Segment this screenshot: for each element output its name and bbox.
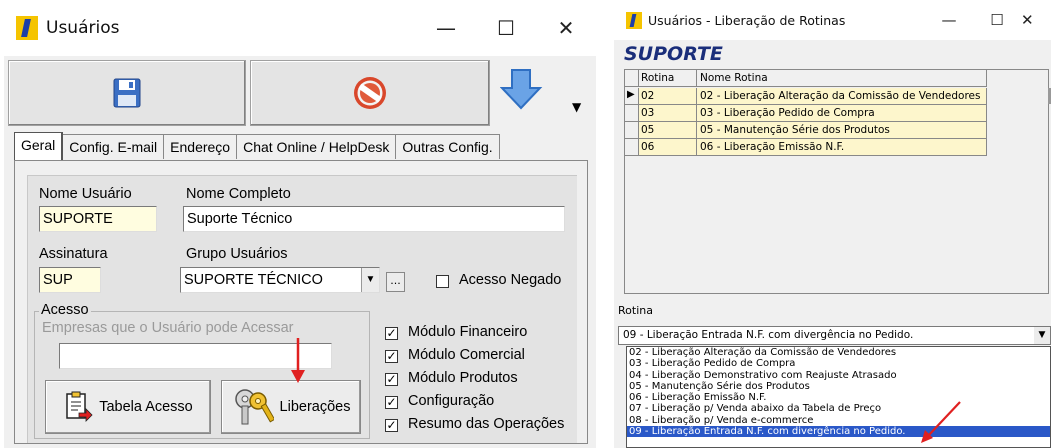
table-row[interactable]: 03 03 - Liberação Pedido de Compra	[625, 105, 987, 122]
module-checkbox[interactable]: ✓	[385, 327, 398, 340]
cell-rotina[interactable]: 05	[639, 122, 697, 139]
cell-rotina[interactable]: 06	[639, 139, 697, 156]
cancel-icon	[354, 77, 386, 109]
tab-chat-online[interactable]: Chat Online / HelpDesk	[236, 134, 397, 159]
nome-usuario-label: Nome Usuário	[39, 186, 132, 202]
empresas-label: Empresas que o Usuário pode Acessar	[42, 320, 294, 336]
close-button[interactable]: ✕	[1021, 0, 1051, 40]
dropdown-option[interactable]: 06 - Liberação Emissão N.F.	[627, 392, 1050, 403]
dropdown-option[interactable]: 03 - Liberação Pedido de Compra	[627, 358, 1050, 369]
liberacoes-label: Liberações	[279, 399, 351, 415]
ellipsis-button[interactable]: ...	[386, 272, 405, 292]
acesso-legend: Acesso	[39, 302, 91, 318]
table-row[interactable]: 06 06 - Liberação Emissão N.F.	[625, 139, 987, 156]
dropdown-option[interactable]: 09 - Liberação Entrada N.F. com divergên…	[627, 426, 1050, 438]
module-checkbox[interactable]: ✓	[385, 419, 398, 432]
tab-panel-geral: Nome Usuário SUPORTE Nome Completo Supor…	[14, 160, 588, 444]
nome-completo-label: Nome Completo	[186, 186, 291, 202]
dropdown-option[interactable]: 02 - Liberação Alteração da Comissão de …	[627, 347, 1050, 358]
grupo-usuarios-label: Grupo Usuários	[186, 246, 288, 262]
rotina-combobox[interactable]: 09 - Liberação Entrada N.F. com divergên…	[618, 326, 1051, 345]
rotinas-grid: Rotina Nome Rotina ▶ 02 02 - Liberação Alt…	[624, 69, 1049, 294]
assinatura-input[interactable]: SUP	[39, 267, 101, 293]
rotina-combobox-value: 09 - Liberação Entrada N.F. com divergên…	[623, 329, 914, 341]
dropdown-caret-icon[interactable]: ▼	[572, 100, 581, 114]
maximize-button[interactable]: ☐	[973, 0, 1021, 40]
down-arrow-icon	[499, 69, 543, 110]
module-checkbox[interactable]: ✓	[385, 396, 398, 409]
cell-nome-rotina[interactable]: 03 - Liberação Pedido de Compra	[697, 105, 987, 122]
app-icon	[626, 11, 642, 29]
window-title: Usuários - Liberação de Rotinas	[648, 12, 846, 28]
table-access-icon	[66, 391, 93, 422]
keys-icon	[234, 389, 274, 425]
window-title: Usuários	[46, 18, 120, 38]
grid-header: Rotina Nome Rotina	[625, 70, 987, 87]
column-header-nome-rotina[interactable]: Nome Rotina	[697, 70, 987, 87]
cancel-button[interactable]	[250, 60, 490, 126]
title-bar: Usuários — ☐ ✕	[4, 0, 596, 56]
tab-outras-config[interactable]: Outras Config.	[395, 134, 500, 159]
cell-nome-rotina[interactable]: 02 - Liberação Alteração da Comissão de …	[697, 88, 987, 105]
cell-rotina[interactable]: 03	[639, 105, 697, 122]
module-label: Módulo Comercial	[408, 347, 525, 363]
cell-rotina[interactable]: 02	[639, 88, 697, 105]
tab-endereco[interactable]: Endereço	[163, 134, 238, 159]
app-icon	[16, 16, 38, 40]
minimize-button[interactable]: —	[416, 0, 476, 56]
chevron-down-icon[interactable]: ▼	[1034, 327, 1050, 344]
minimize-button[interactable]: —	[925, 0, 973, 40]
module-label: Módulo Produtos	[408, 370, 518, 386]
save-icon	[113, 78, 141, 108]
tab-config-email[interactable]: Config. E-mail	[62, 134, 165, 159]
column-header-rotina[interactable]: Rotina	[639, 70, 697, 87]
module-label: Configuração	[408, 393, 495, 409]
title-bar: Usuários - Liberação de Rotinas — ☐ ✕	[614, 0, 1051, 40]
maximize-button[interactable]: ☐	[476, 0, 536, 56]
tab-geral[interactable]: Geral	[14, 132, 64, 160]
nome-completo-input[interactable]: Suporte Técnico	[183, 206, 565, 232]
module-label: Resumo das Operações	[408, 416, 565, 432]
usuarios-window: Usuários — ☐ ✕ ▼ Geral Config. E-mail En…	[4, 0, 596, 448]
dropdown-option[interactable]: 05 - Manutenção Série dos Produtos	[627, 381, 1050, 392]
acesso-negado-label: Acesso Negado	[459, 272, 562, 288]
module-checkbox[interactable]: ✓	[385, 373, 398, 386]
tabela-acesso-label: Tabela Acesso	[99, 399, 193, 415]
grupo-usuarios-select[interactable]: SUPORTE TÉCNICO ▼	[180, 267, 380, 293]
rotina-label: Rotina	[618, 304, 653, 317]
cell-nome-rotina[interactable]: 05 - Manutenção Série dos Produtos	[697, 122, 987, 139]
tab-strip: Geral Config. E-mail Endereço Chat Onlin…	[14, 132, 500, 160]
liberacoes-button[interactable]: Liberações	[221, 380, 361, 434]
form-area: Nome Usuário SUPORTE Nome Completo Supor…	[27, 175, 577, 443]
module-label: Módulo Financeiro	[408, 324, 528, 340]
dropdown-option[interactable]: 04 - Liberação Demonstrativo com Reajust…	[627, 370, 1050, 381]
empresas-input[interactable]	[59, 343, 332, 369]
table-row[interactable]: ▶ 02 02 - Liberação Alteração da Comissão …	[625, 88, 987, 105]
table-row[interactable]: 05 05 - Manutenção Série dos Produtos	[625, 122, 987, 139]
user-heading: SUPORTE	[624, 43, 723, 65]
toolbar: ▼	[8, 60, 592, 130]
liberacao-rotinas-window: Usuários - Liberação de Rotinas — ☐ ✕ SU…	[614, 0, 1051, 448]
grupo-usuarios-value: SUPORTE TÉCNICO	[184, 272, 323, 288]
dropdown-option[interactable]: 08 - Liberação p/ Venda e-commerce	[627, 415, 1050, 426]
tabela-acesso-button[interactable]: Tabela Acesso	[45, 380, 211, 434]
down-arrow-button[interactable]	[499, 66, 546, 116]
chevron-down-icon[interactable]: ▼	[361, 268, 379, 292]
rotina-dropdown-list: 02 - Liberação Alteração da Comissão de …	[626, 346, 1051, 448]
nome-usuario-input[interactable]: SUPORTE	[39, 206, 157, 232]
acesso-negado-checkbox[interactable]	[436, 275, 449, 288]
module-checkbox[interactable]: ✓	[385, 350, 398, 363]
dropdown-option[interactable]: 07 - Liberação p/ Venda abaixo da Tabela…	[627, 403, 1050, 414]
assinatura-label: Assinatura	[39, 246, 108, 262]
row-indicator-icon: ▶	[627, 89, 635, 100]
save-button[interactable]	[8, 60, 246, 126]
cell-nome-rotina[interactable]: 06 - Liberação Emissão N.F.	[697, 139, 987, 156]
close-button[interactable]: ✕	[536, 0, 596, 56]
